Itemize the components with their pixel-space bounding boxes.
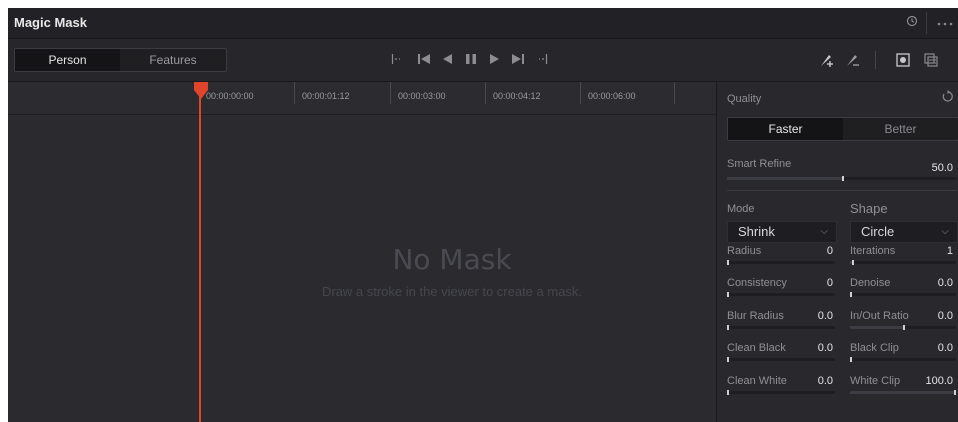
slider-knob[interactable]	[954, 390, 956, 395]
slider-fill	[850, 391, 956, 394]
timecode-label: 00:00:04:12	[493, 91, 541, 101]
slider-knob[interactable]	[727, 390, 729, 395]
mode-tabs: Person Features	[14, 48, 227, 72]
param-value[interactable]: 0	[797, 245, 833, 257]
slider-knob[interactable]	[852, 260, 854, 265]
more-options-icon[interactable]	[934, 12, 956, 34]
history-icon[interactable]	[901, 12, 923, 34]
smart-refine-value[interactable]: 50.0	[932, 162, 953, 174]
param-value[interactable]: 0.0	[920, 342, 953, 354]
slider-knob[interactable]	[727, 260, 729, 265]
tab-person[interactable]: Person	[15, 49, 120, 71]
param-value[interactable]: 1	[920, 245, 953, 257]
param-slider[interactable]	[850, 390, 956, 395]
mode-selected: Shrink	[738, 224, 775, 239]
quality-faster-button[interactable]: Faster	[728, 118, 843, 140]
tab-features[interactable]: Features	[120, 49, 226, 71]
param-label: Black Clip	[850, 342, 899, 354]
timecode-ruler[interactable]: 00:00:00:00 00:00:01:12 00:00:03:00 00:0…	[8, 82, 716, 115]
param-label: Iterations	[850, 245, 896, 257]
track-backward-icon[interactable]	[437, 49, 457, 71]
shape-selected: Circle	[861, 224, 895, 239]
param-slider[interactable]	[727, 357, 835, 362]
toolbar-divider	[875, 51, 876, 69]
quality-label: Quality	[727, 93, 762, 105]
mode-dropdown[interactable]: Shrink ⌵	[727, 221, 837, 243]
previous-frame-icon[interactable]	[414, 49, 434, 71]
shape-label: Shape	[850, 201, 888, 216]
param-slider[interactable]	[727, 325, 835, 330]
param-label: In/Out Ratio	[850, 310, 909, 322]
add-stroke-icon[interactable]	[816, 49, 838, 71]
smart-refine-slider[interactable]	[727, 176, 957, 181]
param-value[interactable]: 0.0	[920, 277, 953, 289]
slider-knob[interactable]	[903, 325, 905, 330]
quality-better-button[interactable]: Better	[843, 118, 958, 140]
ruler-tick	[294, 82, 295, 104]
slider-knob[interactable]	[727, 357, 729, 362]
param-slider[interactable]	[727, 390, 835, 395]
ruler-tick	[485, 82, 486, 104]
track-out-icon[interactable]	[531, 49, 551, 71]
chevron-down-icon: ⌵	[820, 226, 828, 237]
shape-dropdown[interactable]: Circle ⌵	[850, 221, 958, 243]
param-label: Denoise	[850, 277, 891, 289]
track-forward-icon[interactable]	[485, 49, 505, 71]
timecode-label: 00:00:03:00	[398, 91, 446, 101]
toggle-overlay-icon[interactable]	[920, 49, 942, 71]
mode-label: Mode	[727, 203, 755, 215]
next-frame-icon[interactable]	[508, 49, 528, 71]
param-label: Consistency	[727, 277, 787, 289]
mask-overlay-icon[interactable]	[892, 49, 914, 71]
param-label: Radius	[727, 245, 762, 257]
param-value[interactable]: 0.0	[797, 310, 833, 322]
track-in-icon[interactable]	[388, 49, 408, 71]
panel-title: Magic Mask	[14, 15, 87, 30]
param-slider[interactable]	[727, 292, 835, 297]
subtract-stroke-icon[interactable]	[842, 49, 864, 71]
inspector-panel: Quality Faster Better Smart Refine 50.0 …	[716, 82, 958, 422]
param-value[interactable]: 100.0	[920, 375, 953, 387]
slider-fill	[850, 326, 903, 329]
param-label: Clean Black	[727, 342, 786, 354]
param-value[interactable]: 0.0	[797, 375, 833, 387]
ruler-tick	[580, 82, 581, 104]
quality-toggle: Faster Better	[727, 117, 958, 141]
slider-knob[interactable]	[850, 357, 852, 362]
title-divider	[926, 12, 927, 34]
slider-knob[interactable]	[842, 176, 844, 181]
param-value[interactable]: 0.0	[797, 342, 833, 354]
pause-icon[interactable]	[461, 49, 481, 71]
timecode-label: 00:00:01:12	[302, 91, 350, 101]
chevron-down-icon: ⌵	[941, 226, 949, 237]
title-bar: Magic Mask	[8, 8, 958, 39]
param-slider[interactable]	[727, 260, 835, 265]
slider-knob[interactable]	[850, 292, 852, 297]
slider-knob[interactable]	[727, 325, 729, 330]
slider-knob[interactable]	[727, 292, 729, 297]
param-slider[interactable]	[850, 357, 956, 362]
slider-fill	[727, 177, 842, 180]
timecode-label: 00:00:00:00	[206, 91, 254, 101]
param-label: Blur Radius	[727, 310, 784, 322]
param-label: Clean White	[727, 375, 787, 387]
reset-icon[interactable]	[941, 90, 954, 108]
section-divider	[727, 190, 957, 191]
ruler-tick	[674, 82, 675, 104]
param-value[interactable]: 0	[797, 277, 833, 289]
mask-timeline[interactable]: 00:00:00:00 00:00:01:12 00:00:03:00 00:0…	[8, 82, 716, 422]
param-slider[interactable]	[850, 325, 956, 330]
smart-refine-label: Smart Refine	[727, 158, 792, 170]
param-value[interactable]: 0.0	[920, 310, 953, 322]
timecode-label: 00:00:06:00	[588, 91, 636, 101]
param-label: White Clip	[850, 375, 901, 387]
magic-mask-panel: Magic Mask Person Features 00:00:00:00 0…	[8, 8, 958, 422]
param-slider[interactable]	[850, 292, 956, 297]
ruler-tick	[390, 82, 391, 104]
param-slider[interactable]	[850, 260, 956, 265]
toolbar: Person Features	[8, 39, 958, 82]
